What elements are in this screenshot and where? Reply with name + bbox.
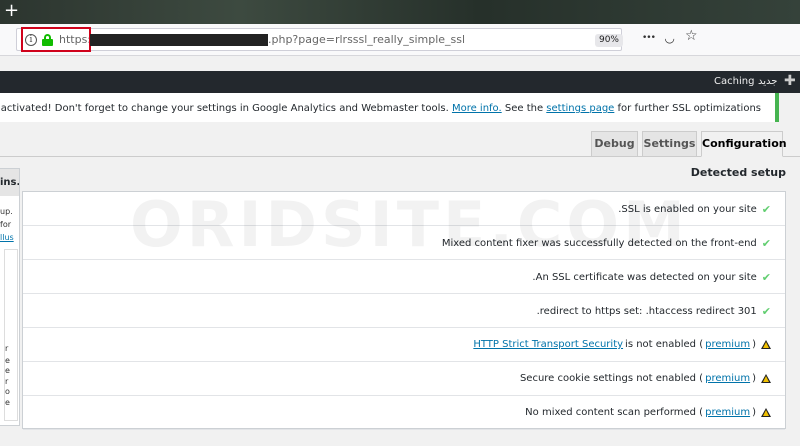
table-row: .redirect to https set: .htaccess redire… [23,294,785,328]
notice-text: .SSL activated! Don't forget to change y… [0,103,761,114]
address-bar[interactable]: i https:// .php?page=rlrsssl_really_simp… [16,27,623,52]
annotation-highlight-box [21,27,91,52]
redacted-domain [90,34,268,46]
sidebar-inner-box: r e e r o e [4,249,18,421]
tab-settings[interactable]: Settings [642,131,697,157]
browser-toolbar: i https:// .php?page=rlrsssl_really_simp… [0,24,800,56]
admin-bar-caching[interactable]: Caching [714,76,754,87]
hsts-link[interactable]: HTTP Strict Transport Security [473,339,623,350]
tabs-divider [0,156,800,157]
browser-tab-strip: + [0,0,800,24]
table-row: No mixed content scan performed (premium… [23,396,785,430]
pocket-icon[interactable]: ◡ [665,30,674,46]
sidebar-panel: ins. up. for llus r e e r o e [0,168,20,426]
warning-icon [761,340,771,349]
admin-bar-new[interactable]: جديد [758,76,777,87]
settings-page-link[interactable]: settings page [546,103,614,114]
tab-configuration[interactable]: Configuration [701,131,787,157]
page-actions-icon[interactable]: ••• [642,30,656,46]
more-info-link[interactable]: More info. [452,103,502,114]
check-icon: ✔ [761,305,771,318]
sidebar-link[interactable]: llus [0,233,14,242]
ssl-activated-notice: .SSL activated! Don't forget to change y… [0,93,779,122]
sidebar-panel-header: ins. [0,169,19,196]
table-row: HTTP Strict Transport Security is not en… [23,328,785,362]
check-icon: ✔ [761,237,771,250]
warning-icon [761,374,771,383]
watermark: ORIDSITE.COM [130,188,689,261]
premium-link[interactable]: premium [705,373,750,384]
plus-icon[interactable]: ✚ [784,73,796,89]
table-row: Secure cookie settings not enabled (prem… [23,362,785,396]
url-path: .php?page=rlrsssl_really_simple_ssl [268,33,466,46]
premium-link[interactable]: premium [705,339,750,350]
bookmark-star-icon[interactable]: ☆ [685,28,698,44]
zoom-level-button[interactable]: 90% [595,34,623,47]
wp-admin-bar: Caching جديد ✚ [0,71,800,93]
detected-setup-title: Detected setup [690,166,786,179]
premium-link[interactable]: premium [705,407,750,418]
new-tab-button[interactable]: + [4,1,19,21]
tab-debug[interactable]: Debug [591,131,638,157]
warning-icon [761,408,771,417]
check-icon: ✔ [761,203,771,216]
check-icon: ✔ [761,271,771,284]
table-row: .An SSL certificate was detected on your… [23,260,785,294]
